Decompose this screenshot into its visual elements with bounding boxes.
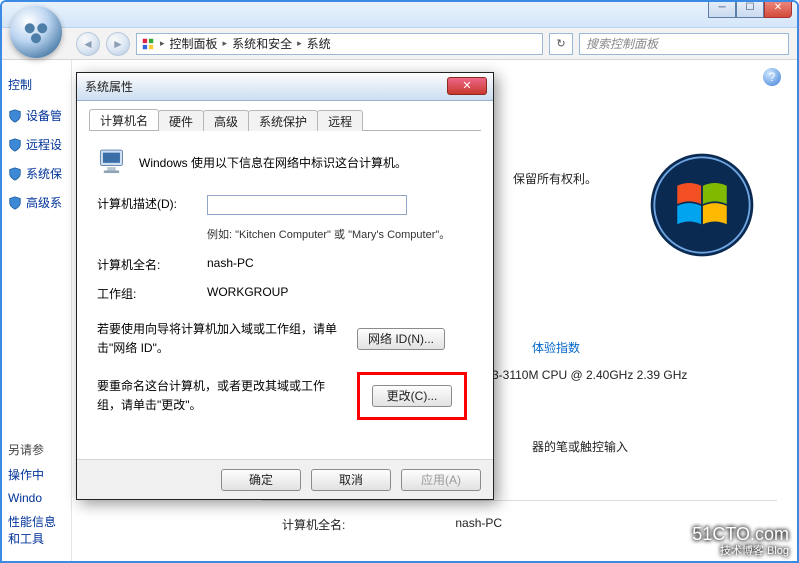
change-text: 要重命名这台计算机，或者更改其域或工作组，请单击"更改"。 bbox=[97, 377, 347, 415]
sidebar-label: 远程设 bbox=[26, 136, 62, 153]
watermark-line1: 51CTO.com bbox=[692, 525, 789, 545]
tab-advanced[interactable]: 高级 bbox=[203, 110, 249, 131]
dialog-title: 系统属性 bbox=[85, 78, 133, 95]
chevron-right-icon: ▸ bbox=[295, 38, 304, 49]
seealso-link[interactable]: 操作中 bbox=[8, 466, 65, 483]
sidebar-item-protection[interactable]: 系统保 bbox=[8, 165, 65, 182]
network-id-text: 若要使用向导将计算机加入域或工作组，请单击"网络 ID"。 bbox=[97, 320, 347, 358]
sidebar-item-remote[interactable]: 远程设 bbox=[8, 136, 65, 153]
outer-titlebar[interactable]: ─ ☐ ✕ bbox=[2, 2, 797, 28]
shield-icon bbox=[8, 167, 22, 181]
outer-close-button[interactable]: ✕ bbox=[764, 0, 792, 18]
tab-remote[interactable]: 远程 bbox=[317, 110, 363, 131]
breadcrumb-seg[interactable]: 控制面板 bbox=[167, 35, 221, 52]
chevron-right-icon: ▸ bbox=[158, 38, 167, 49]
experience-index-link[interactable]: 体验指数 bbox=[532, 339, 580, 356]
dialog-close-button[interactable]: ✕ bbox=[447, 77, 487, 95]
breadcrumb[interactable]: ▸ 控制面板 ▸ 系统和安全 ▸ 系统 bbox=[136, 33, 543, 55]
search-input[interactable]: 搜索控制面板 bbox=[579, 33, 789, 55]
cancel-button[interactable]: 取消 bbox=[311, 469, 391, 491]
fullname-label: 计算机全名: bbox=[97, 256, 207, 273]
aero-orb-icon bbox=[10, 6, 62, 58]
refresh-button[interactable]: ↻ bbox=[549, 33, 573, 55]
shield-icon bbox=[8, 109, 22, 123]
chevron-right-icon: ▸ bbox=[221, 38, 230, 49]
watermark: 51CTO.com 技术博客 Blog bbox=[692, 525, 789, 557]
seealso-link[interactable]: 性能信息和工具 bbox=[8, 513, 65, 547]
rights-text: 保留所有权利。 bbox=[513, 170, 597, 187]
tab-hardware[interactable]: 硬件 bbox=[158, 110, 204, 131]
dialog-tabs: 计算机名 硬件 高级 系统保护 远程 bbox=[89, 109, 481, 131]
tab-computer-name[interactable]: 计算机名 bbox=[89, 109, 159, 130]
network-id-button[interactable]: 网络 ID(N)... bbox=[357, 328, 445, 350]
apply-button[interactable]: 应用(A) bbox=[401, 469, 481, 491]
description-input[interactable] bbox=[207, 195, 407, 215]
sidebar: 控制 设备管 远程设 系统保 高级系 另请参 操作中 Windo 性能信息和工具 bbox=[2, 60, 72, 561]
system-properties-dialog: 系统属性 ✕ 计算机名 硬件 高级 系统保护 远程 Windows 使用以下信息… bbox=[76, 72, 494, 500]
watermark-line2: 技术博客 Blog bbox=[692, 545, 789, 557]
address-bar: ◄ ► ▸ 控制面板 ▸ 系统和安全 ▸ 系统 ↻ 搜索控制面板 bbox=[2, 28, 797, 60]
windows-logo-icon bbox=[647, 150, 757, 260]
seealso-heading: 另请参 bbox=[8, 441, 65, 458]
dialog-footer: 确定 取消 应用(A) bbox=[77, 459, 493, 499]
intro-text: Windows 使用以下信息在网络中标识这台计算机。 bbox=[139, 154, 407, 171]
sidebar-label: 设备管 bbox=[26, 107, 62, 124]
ok-button[interactable]: 确定 bbox=[221, 469, 301, 491]
help-icon[interactable]: ? bbox=[763, 68, 781, 86]
workgroup-value: WORKGROUP bbox=[207, 285, 473, 302]
fullname-value: nash-PC bbox=[207, 256, 473, 273]
computer-name-label: 计算机全名: bbox=[282, 516, 345, 533]
sidebar-heading: 控制 bbox=[8, 76, 65, 93]
sidebar-item-device-manager[interactable]: 设备管 bbox=[8, 107, 65, 124]
shield-icon bbox=[8, 138, 22, 152]
tab-system-protection[interactable]: 系统保护 bbox=[248, 110, 318, 131]
shield-path-icon bbox=[141, 37, 155, 51]
pen-touch-text: 器的笔或触控输入 bbox=[532, 438, 628, 455]
breadcrumb-seg[interactable]: 系统 bbox=[304, 35, 334, 52]
change-button[interactable]: 更改(C)... bbox=[372, 385, 452, 407]
shield-icon bbox=[8, 196, 22, 210]
separator bbox=[262, 500, 777, 501]
minimize-button[interactable]: ─ bbox=[708, 0, 736, 18]
dialog-titlebar[interactable]: 系统属性 ✕ bbox=[77, 73, 493, 101]
description-hint: 例如: "Kitchen Computer" 或 "Mary's Compute… bbox=[207, 227, 473, 244]
sidebar-label: 系统保 bbox=[26, 165, 62, 182]
sidebar-label: 高级系 bbox=[26, 194, 62, 211]
processor-value: ) i3-3110M CPU @ 2.40GHz 2.39 GHz bbox=[482, 368, 687, 382]
highlight-annotation: 更改(C)... bbox=[357, 372, 467, 420]
seealso-link[interactable]: Windo bbox=[8, 491, 65, 505]
computer-icon bbox=[97, 145, 131, 179]
workgroup-label: 工作组: bbox=[97, 285, 207, 302]
computer-name-value: nash-PC bbox=[455, 516, 502, 533]
maximize-button[interactable]: ☐ bbox=[736, 0, 764, 18]
sidebar-item-advanced[interactable]: 高级系 bbox=[8, 194, 65, 211]
nav-back-button[interactable]: ◄ bbox=[76, 32, 100, 56]
breadcrumb-seg[interactable]: 系统和安全 bbox=[229, 35, 295, 52]
description-label: 计算机描述(D): bbox=[97, 195, 207, 215]
nav-forward-button[interactable]: ► bbox=[106, 32, 130, 56]
